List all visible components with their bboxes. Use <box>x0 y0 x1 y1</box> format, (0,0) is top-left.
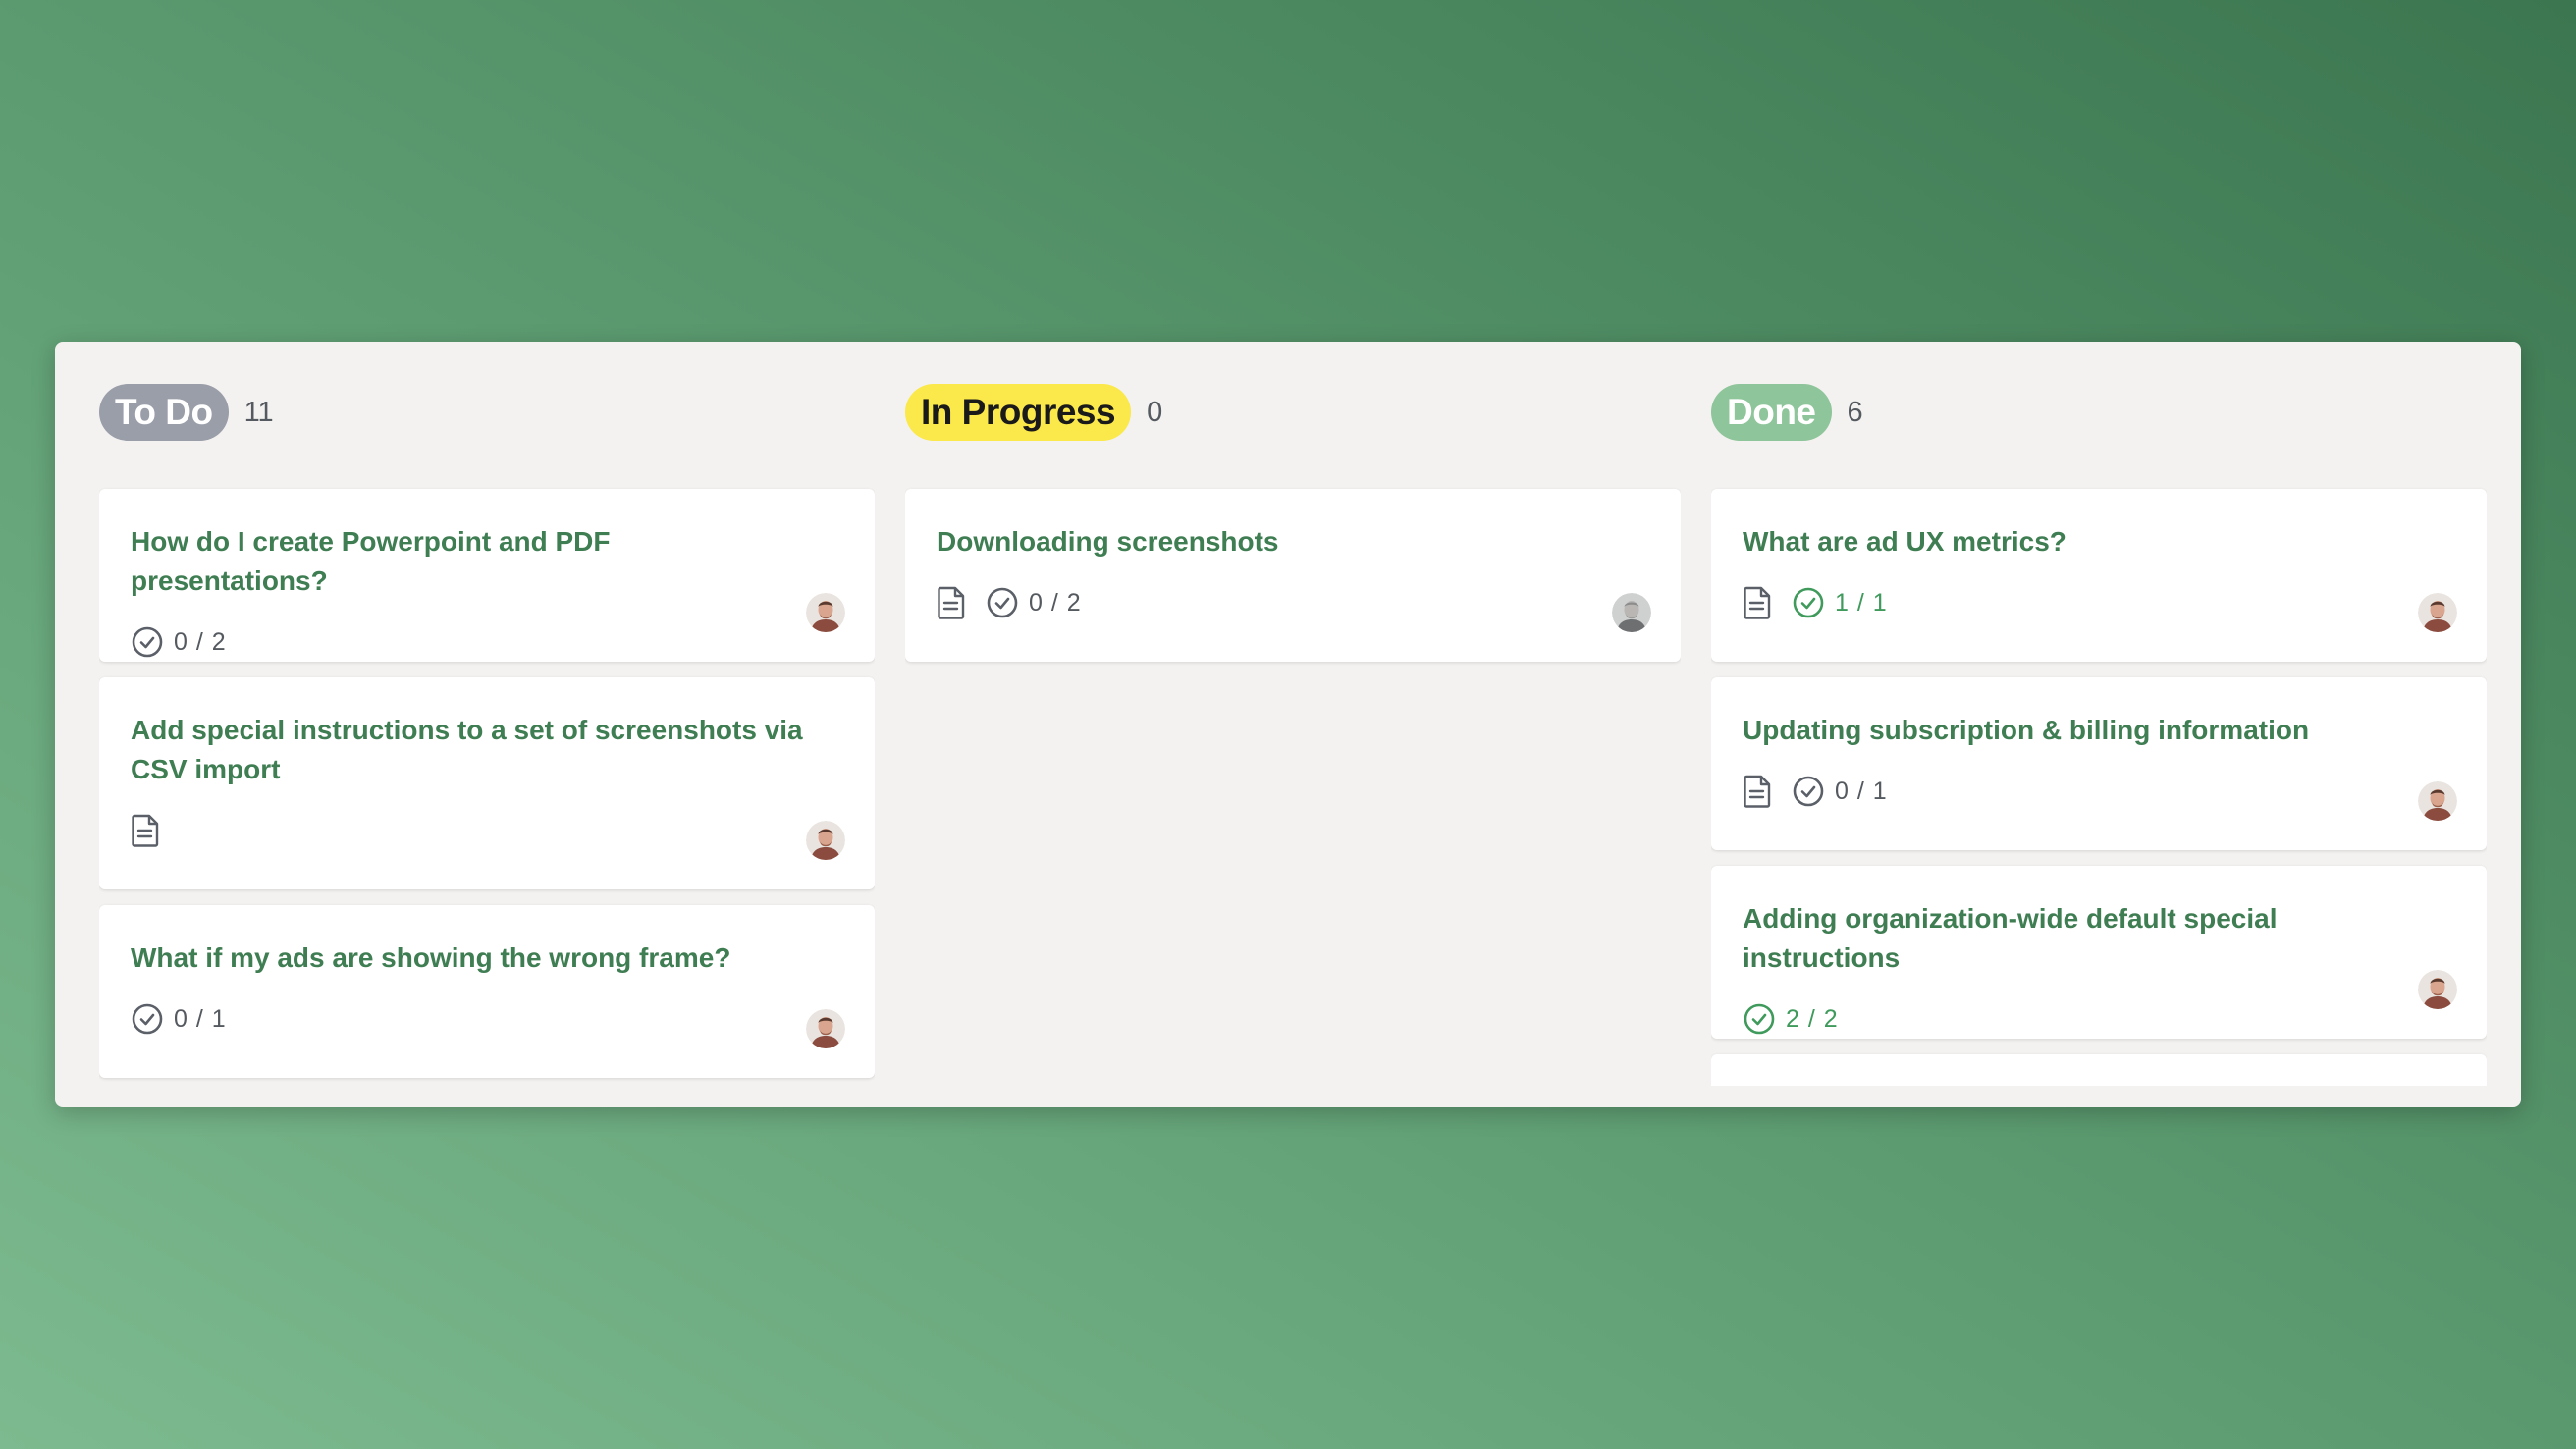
assignee-avatar[interactable] <box>2418 593 2457 632</box>
column-todo: To Do 11 How do I create Powerpoint and … <box>99 342 875 1086</box>
card-title[interactable]: How do I create Powerpoint and PDF prese… <box>131 489 808 601</box>
column-header: To Do 11 <box>99 384 274 441</box>
task-card[interactable]: What if my ads are showing the wrong fra… <box>99 905 875 1078</box>
card-meta: 0 / 1 <box>1743 772 2455 811</box>
assignee-avatar[interactable] <box>806 1009 845 1048</box>
assignee-avatar[interactable] <box>806 593 845 632</box>
assignee-avatar[interactable] <box>2418 970 2457 1009</box>
card-title[interactable]: Adding organization-wide default special… <box>1743 866 2420 978</box>
status-pill-done[interactable]: Done <box>1711 384 1832 441</box>
task-card[interactable]: Updating subscription & billing informat… <box>1711 677 2487 850</box>
task-card[interactable]: Add special instructions to a set of scr… <box>99 677 875 889</box>
column-header: In Progress 0 <box>905 384 1162 441</box>
card-title[interactable]: What are ad UX metrics? <box>1743 489 2420 562</box>
checklist-progress: 2 / 2 <box>1743 1002 1839 1036</box>
card-meta: 0 / 1 <box>131 999 843 1039</box>
card-list: Downloading screenshots 0 / 2 <box>905 489 1681 677</box>
card-title[interactable]: What if my ads are showing the wrong fra… <box>131 905 808 978</box>
checklist-count: 0 / 2 <box>1029 588 1082 617</box>
task-card[interactable]: Downloading screenshots 0 / 2 <box>905 489 1681 662</box>
card-meta: 0 / 2 <box>937 583 1649 622</box>
checklist-icon <box>131 625 164 659</box>
checklist-progress: 0 / 2 <box>986 586 1082 619</box>
status-pill-in-progress[interactable]: In Progress <box>905 384 1132 441</box>
assignee-avatar[interactable] <box>2418 781 2457 821</box>
column-count: 0 <box>1147 396 1163 428</box>
document-icon <box>1743 775 1772 808</box>
card-meta: 0 / 2 <box>131 622 843 662</box>
checklist-icon <box>1792 775 1825 808</box>
column-in-progress: In Progress 0 Downloading screenshots 0 … <box>905 342 1681 1086</box>
task-card[interactable]: What are ad UX metrics? 1 / 1 <box>1711 489 2487 662</box>
card-list: How do I create Powerpoint and PDF prese… <box>99 489 875 1086</box>
checklist-count: 0 / 1 <box>1835 777 1888 805</box>
checklist-count: 1 / 1 <box>1835 588 1888 617</box>
column-done: Done 6 What are ad UX metrics? 1 / 1 Upd… <box>1711 342 2487 1086</box>
card-title[interactable]: Updating subscription & billing informat… <box>1743 677 2420 750</box>
column-header: Done 6 <box>1711 384 1863 441</box>
kanban-board: To Do 11 How do I create Powerpoint and … <box>55 342 2521 1107</box>
card-meta: 2 / 2 <box>1743 999 2455 1039</box>
checklist-count: 2 / 2 <box>1786 1004 1839 1033</box>
assignee-avatar[interactable] <box>1612 593 1651 632</box>
checklist-count: 0 / 2 <box>174 627 227 656</box>
checklist-icon <box>131 1002 164 1036</box>
checklist-count: 0 / 1 <box>174 1004 227 1033</box>
checklist-progress: 0 / 1 <box>1792 775 1888 808</box>
card-meta <box>131 811 843 850</box>
document-icon <box>937 586 966 619</box>
column-count: 11 <box>243 396 274 428</box>
checklist-complete-icon <box>1743 1002 1776 1036</box>
card-title[interactable]: Downloading screenshots <box>937 489 1614 562</box>
checklist-icon <box>986 586 1019 619</box>
checklist-complete-icon <box>1792 586 1825 619</box>
checklist-progress: 0 / 2 <box>131 625 227 659</box>
status-pill-todo[interactable]: To Do <box>99 384 229 441</box>
task-card[interactable]: Adding organization-wide default special… <box>1711 866 2487 1039</box>
document-icon <box>131 814 160 847</box>
card-title[interactable]: Add special instructions to a set of scr… <box>131 677 808 789</box>
checklist-progress: 0 / 1 <box>131 1002 227 1036</box>
card-meta: 1 / 1 <box>1743 583 2455 622</box>
task-card-partial[interactable] <box>1711 1054 2487 1086</box>
checklist-progress: 1 / 1 <box>1792 586 1888 619</box>
document-icon <box>1743 586 1772 619</box>
column-count: 6 <box>1847 396 1863 428</box>
card-list: What are ad UX metrics? 1 / 1 Updating s… <box>1711 489 2487 1086</box>
assignee-avatar[interactable] <box>806 821 845 860</box>
task-card[interactable]: How do I create Powerpoint and PDF prese… <box>99 489 875 662</box>
